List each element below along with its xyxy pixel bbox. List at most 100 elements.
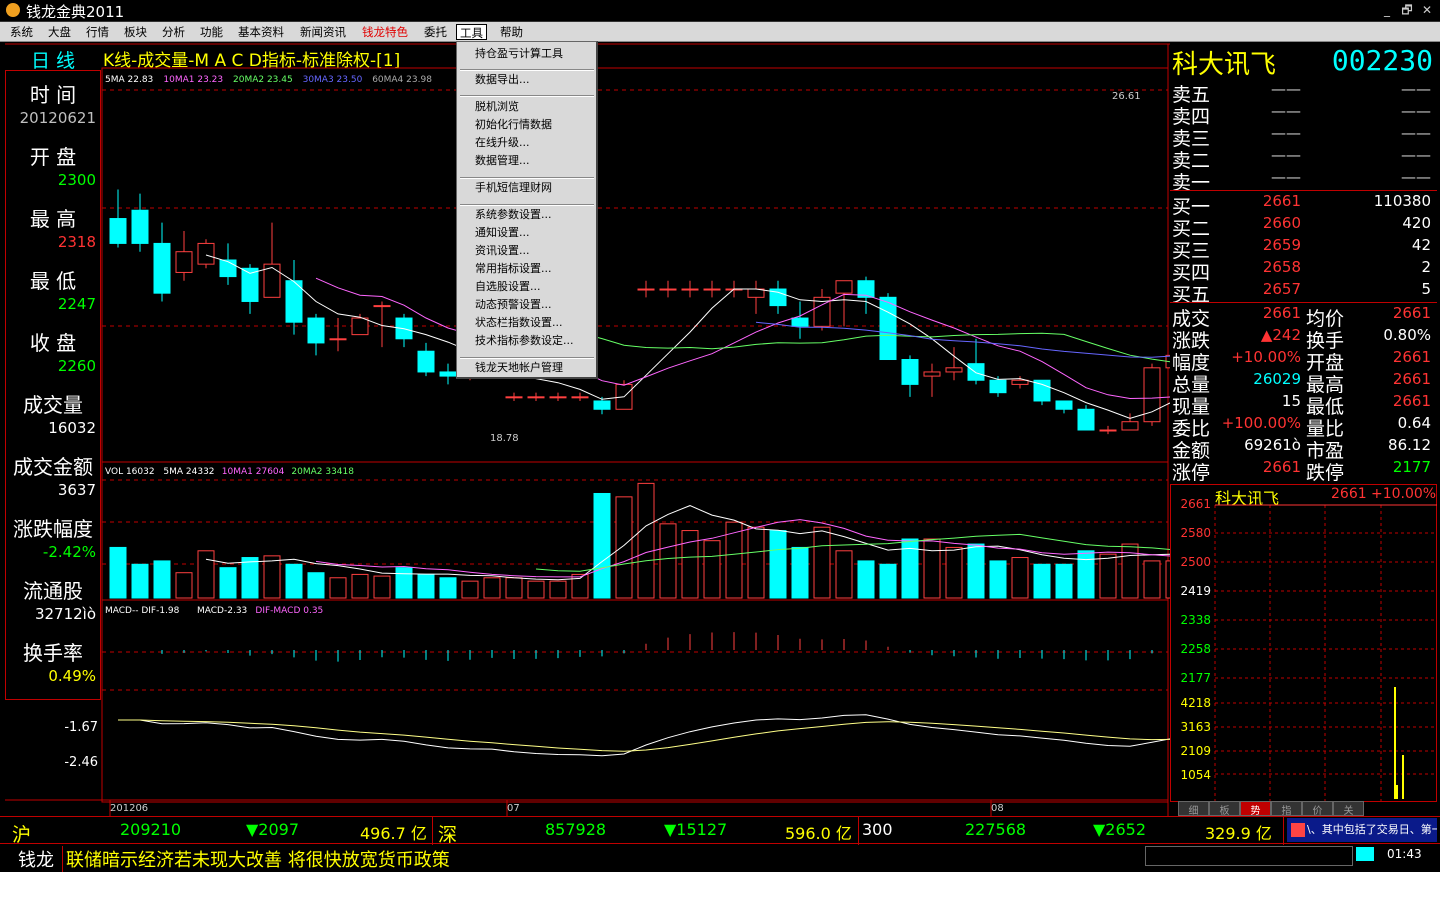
volume-bar — [175, 572, 193, 599]
index-name[interactable]: 沪 — [12, 820, 31, 847]
tools-menu-item[interactable]: 在线升级... — [475, 135, 530, 151]
tools-menu-item[interactable]: 状态栏指数设置... — [475, 315, 563, 331]
tick-axis-label: 2580 — [1180, 526, 1211, 540]
info-label: 最 高 — [29, 207, 77, 231]
restore-button[interactable]: 🗗 — [1398, 3, 1416, 17]
tools-menu-item[interactable]: 手机短信理财网 — [475, 180, 552, 196]
legend-item: MACD-- DIF-1.98 — [105, 606, 180, 616]
buy-volume: 2 — [1421, 258, 1431, 276]
buy-volume: 110380 — [1373, 192, 1431, 210]
tools-menu-item[interactable]: 脱机浏览 — [475, 99, 519, 115]
tools-menu-item[interactable]: 通知设置... — [475, 225, 530, 241]
tools-menu-dropdown: 持仓盈亏计算工具 数据导出... 脱机浏览初始化行情数据 在线升级... 数据管理...… — [456, 41, 598, 379]
legend-item: 10MA1 27604 — [222, 467, 285, 477]
legend-item: 10MA1 23.23 — [163, 75, 223, 85]
index-value[interactable]: 209210 — [120, 820, 181, 839]
panel-tab[interactable]: 细 — [1178, 801, 1209, 817]
news-label: 钱龙 — [18, 850, 54, 871]
volume-bar — [1055, 563, 1073, 599]
low-price-label: 18.78 — [490, 433, 519, 444]
tick-axis-label: 2338 — [1180, 613, 1211, 627]
buy-price: 2659 — [1262, 236, 1301, 254]
quote-value: 2661 — [1392, 304, 1431, 322]
volume-bar — [901, 538, 919, 599]
panel-tab[interactable]: 关 — [1333, 801, 1364, 817]
minimize-button[interactable]: _ — [1378, 3, 1396, 17]
panel-tab[interactable]: 板 — [1209, 801, 1240, 817]
candle-body — [153, 242, 171, 294]
tools-menu-item[interactable]: 数据管理... — [475, 153, 530, 169]
close-button[interactable]: ✕ — [1418, 3, 1436, 17]
tools-menu-item[interactable]: 自选股设置... — [475, 279, 541, 295]
info-value: 2260 — [57, 357, 96, 375]
volume-bar — [1143, 560, 1161, 599]
sell-volume: —— — [1401, 146, 1431, 164]
index-amount[interactable]: 496.7 亿 — [360, 820, 427, 844]
tools-menu-item[interactable]: 持仓盈亏计算工具 — [475, 46, 563, 62]
index-change[interactable]: ▼15127 — [664, 820, 727, 839]
buy-price: 2660 — [1262, 214, 1301, 232]
stock-name: 科大讯飞 — [1172, 50, 1277, 80]
volume-bar — [703, 540, 721, 599]
tools-menu-item[interactable]: 动态预警设置... — [475, 297, 552, 313]
sell-price: —— — [1271, 124, 1301, 142]
legend-item: DIF-MACD 0.35 — [255, 606, 323, 616]
candle-body — [637, 288, 655, 291]
volume-bar — [769, 530, 787, 599]
tools-menu-item[interactable]: 数据导出... — [475, 72, 530, 88]
index-amount[interactable]: 329.9 亿 — [1205, 820, 1272, 844]
volume-bar — [241, 557, 259, 599]
ticker-box[interactable]: \、其中包括了交易日、第一财经 — [1287, 818, 1437, 842]
panel-tab[interactable]: 指 — [1271, 801, 1302, 817]
tools-menu-item[interactable]: 初始化行情数据 — [475, 117, 552, 133]
sell-volume: —— — [1401, 124, 1431, 142]
stock-code: 002230 — [1331, 44, 1433, 77]
volume-bar — [879, 563, 897, 599]
candle-body — [571, 396, 589, 399]
volume-bar — [989, 560, 1007, 599]
app-window: 钱龙金典2011 _ 🗗 ✕ 系统 大盘 行情 板块 分析 功能 基本资料 新闻… — [0, 0, 1440, 872]
index-name[interactable]: 深 — [438, 820, 457, 847]
info-value: 20120621 — [19, 109, 96, 127]
panel-tab[interactable]: 价 — [1302, 801, 1333, 817]
index-change[interactable]: ▼2097 — [246, 820, 299, 839]
tick-axis-label: 2258 — [1180, 642, 1211, 656]
candle-body — [505, 396, 523, 399]
info-value: 32712ìò — [34, 605, 96, 623]
index-change[interactable]: ▼2652 — [1093, 820, 1146, 839]
intraday-panel[interactable]: 科大讯飞 2661 +10.00% 2661 2580 2500 2419 2338 22… — [1170, 484, 1437, 802]
index-name[interactable]: 300 — [862, 820, 893, 839]
tools-menu-item[interactable]: 资讯设置... — [475, 243, 530, 259]
volume-bar — [1077, 550, 1095, 599]
volume-bar — [307, 572, 325, 599]
x-axis-label: 08 — [991, 803, 1004, 814]
index-amount[interactable]: 596.0 亿 — [785, 820, 852, 844]
candle-body — [967, 363, 985, 381]
panel-tab[interactable]: 势 — [1240, 801, 1271, 817]
monitor-icon — [1356, 847, 1374, 861]
candle-body — [945, 367, 963, 373]
candle-body — [923, 371, 941, 377]
tick-axis-label: 2419 — [1180, 584, 1211, 598]
volume-bar — [747, 526, 765, 599]
tools-menu-item[interactable]: 常用指标设置... — [475, 261, 552, 277]
candle-body — [175, 251, 193, 273]
intraday-chart: 2661 2580 2500 2419 2338 2258 2177 4218 3163 2109… — [1180, 497, 1437, 801]
index-value[interactable]: 227568 — [965, 820, 1026, 839]
volume-bar — [219, 567, 237, 599]
tools-menu-item[interactable]: 系统参数设置... — [475, 207, 552, 223]
index-value[interactable]: 857928 — [545, 820, 606, 839]
info-label: 时 间 — [29, 83, 77, 107]
tools-menu-item[interactable]: 技术指标参数设定... — [475, 333, 574, 349]
volume-bar — [373, 575, 391, 599]
buy-volume: 5 — [1421, 280, 1431, 298]
quote-value: 2661 — [1262, 304, 1301, 322]
volume-bar — [351, 573, 369, 599]
tick-axis-label: 2177 — [1180, 671, 1211, 685]
legend-item: 60MA4 23.98 — [372, 75, 432, 85]
tools-menu-item[interactable]: 钱龙天地帐户管理 — [475, 360, 563, 376]
divider — [432, 817, 433, 845]
volume-bar — [417, 573, 435, 599]
volume-bar — [549, 580, 567, 599]
news-headline[interactable]: 联储暗示经济若未现大改善 将很快放宽货币政策 — [62, 846, 450, 872]
